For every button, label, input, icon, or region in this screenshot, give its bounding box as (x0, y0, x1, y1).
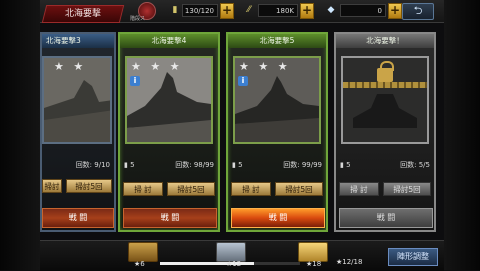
add-ammo-button[interactable]: + (300, 3, 314, 19)
sweep-5-button[interactable]: 掃討5回 (66, 179, 112, 193)
sweep-5-button[interactable]: 掃討5回 (275, 182, 323, 196)
right-dark-border (444, 0, 480, 270)
chest-2-stars: ★12 (226, 260, 242, 268)
fight-button[interactable]: 戦 闘 (123, 208, 217, 228)
lock-icon (377, 61, 394, 82)
gem-value: 0 (340, 4, 386, 17)
fight-button: 戦 闘 (339, 208, 433, 228)
ammo-icon: ⁄⁄ (247, 5, 251, 15)
info-icon[interactable]: i (130, 76, 140, 86)
stage-card-header: 北海要撃！ (336, 34, 434, 48)
chest-1-stars: ★6 (134, 260, 145, 268)
stage-card-header: 北海要撃5 (228, 34, 326, 48)
silver-chest-icon[interactable] (216, 242, 246, 262)
sweep-button[interactable]: 掃討 (42, 179, 62, 193)
ammo-value: 180K (258, 4, 298, 17)
level-text: 階段ス (130, 16, 146, 22)
gold-chest-icon[interactable] (298, 242, 328, 262)
gem-icon: ◆ (327, 5, 335, 15)
fuel-value: 130/120 (182, 4, 218, 17)
formation-button[interactable]: 陣形調整 (388, 248, 438, 266)
sweep-5-button: 掃討5回 (383, 182, 431, 196)
fuel-icon: ▮ (172, 5, 178, 15)
stage-stars: ★ ★ (54, 60, 87, 73)
stage-card-header: 北海要撃4 (120, 34, 218, 48)
ship-portrait (341, 56, 429, 144)
back-button[interactable]: ⮌ (402, 3, 434, 20)
sweep-5-button[interactable]: 掃討5回 (167, 182, 215, 196)
stage-count-row: ▮ 5 回数: 5/5 (340, 159, 430, 171)
stage-title: 北海要撃 (64, 9, 101, 19)
stage-card-5[interactable]: 北海要撃5 ★ ★ ★ i ▮ 5 回数: 99/99 掃 討 掃討5回 戦 闘 (226, 32, 328, 232)
stage-card-locked[interactable]: 北海要撃！ ▮ 5 回数: 5/5 掃 討 掃討5回 戦 闘 (334, 32, 436, 232)
stage-title-tab: 北海要撃 (41, 5, 125, 23)
back-arrow-icon: ⮌ (413, 4, 423, 17)
attempts-count: 回数: 98/99 (175, 161, 214, 169)
add-fuel-button[interactable]: + (220, 3, 234, 19)
stage-count-row: 回数: 9/10 (42, 159, 110, 171)
ship-portrait: ★ ★ ★ i (125, 56, 213, 144)
stage-card-3[interactable]: 北海要撃3 ★ ★ 回数: 9/10 掃討 掃討5回 戦 闘 (40, 32, 116, 232)
fight-button[interactable]: 戦 闘 (42, 208, 114, 228)
star-total: ★12/18 (336, 258, 363, 266)
fuel-cost: ▮ 5 (340, 161, 351, 169)
fuel-cost: ▮ 5 (124, 161, 135, 169)
sweep-button[interactable]: 掃 討 (123, 182, 163, 196)
stage-count-row: ▮ 5 回数: 99/99 (232, 159, 322, 171)
bronze-chest-icon[interactable] (128, 242, 158, 262)
ship-portrait: ★ ★ ★ i (233, 56, 321, 144)
stage-stars: ★ ★ ★ (239, 60, 291, 73)
sweep-button[interactable]: 掃 討 (231, 182, 271, 196)
fight-button[interactable]: 戦 闘 (231, 208, 325, 228)
ship-portrait: ★ ★ (42, 56, 112, 144)
attempts-count: 回数: 99/99 (283, 161, 322, 169)
stage-count-row: ▮ 5 回数: 98/99 (124, 159, 214, 171)
stage-card-4[interactable]: 北海要撃4 ★ ★ ★ i ▮ 5 回数: 98/99 掃 討 掃討5回 戦 闘 (118, 32, 220, 232)
stage-stars: ★ ★ ★ (131, 60, 183, 73)
fuel-cost: ▮ 5 (232, 161, 243, 169)
chain-icon (343, 82, 427, 88)
info-icon[interactable]: i (238, 76, 248, 86)
attempts-count: 回数: 9/10 (75, 161, 110, 169)
attempts-count: 回数: 5/5 (400, 161, 430, 169)
chest-3-stars: ★18 (306, 260, 322, 268)
add-gem-button[interactable]: + (388, 3, 402, 19)
sweep-button: 掃 討 (339, 182, 379, 196)
stage-card-header: 北海要撃3 (42, 34, 114, 48)
left-dark-border (0, 0, 40, 270)
